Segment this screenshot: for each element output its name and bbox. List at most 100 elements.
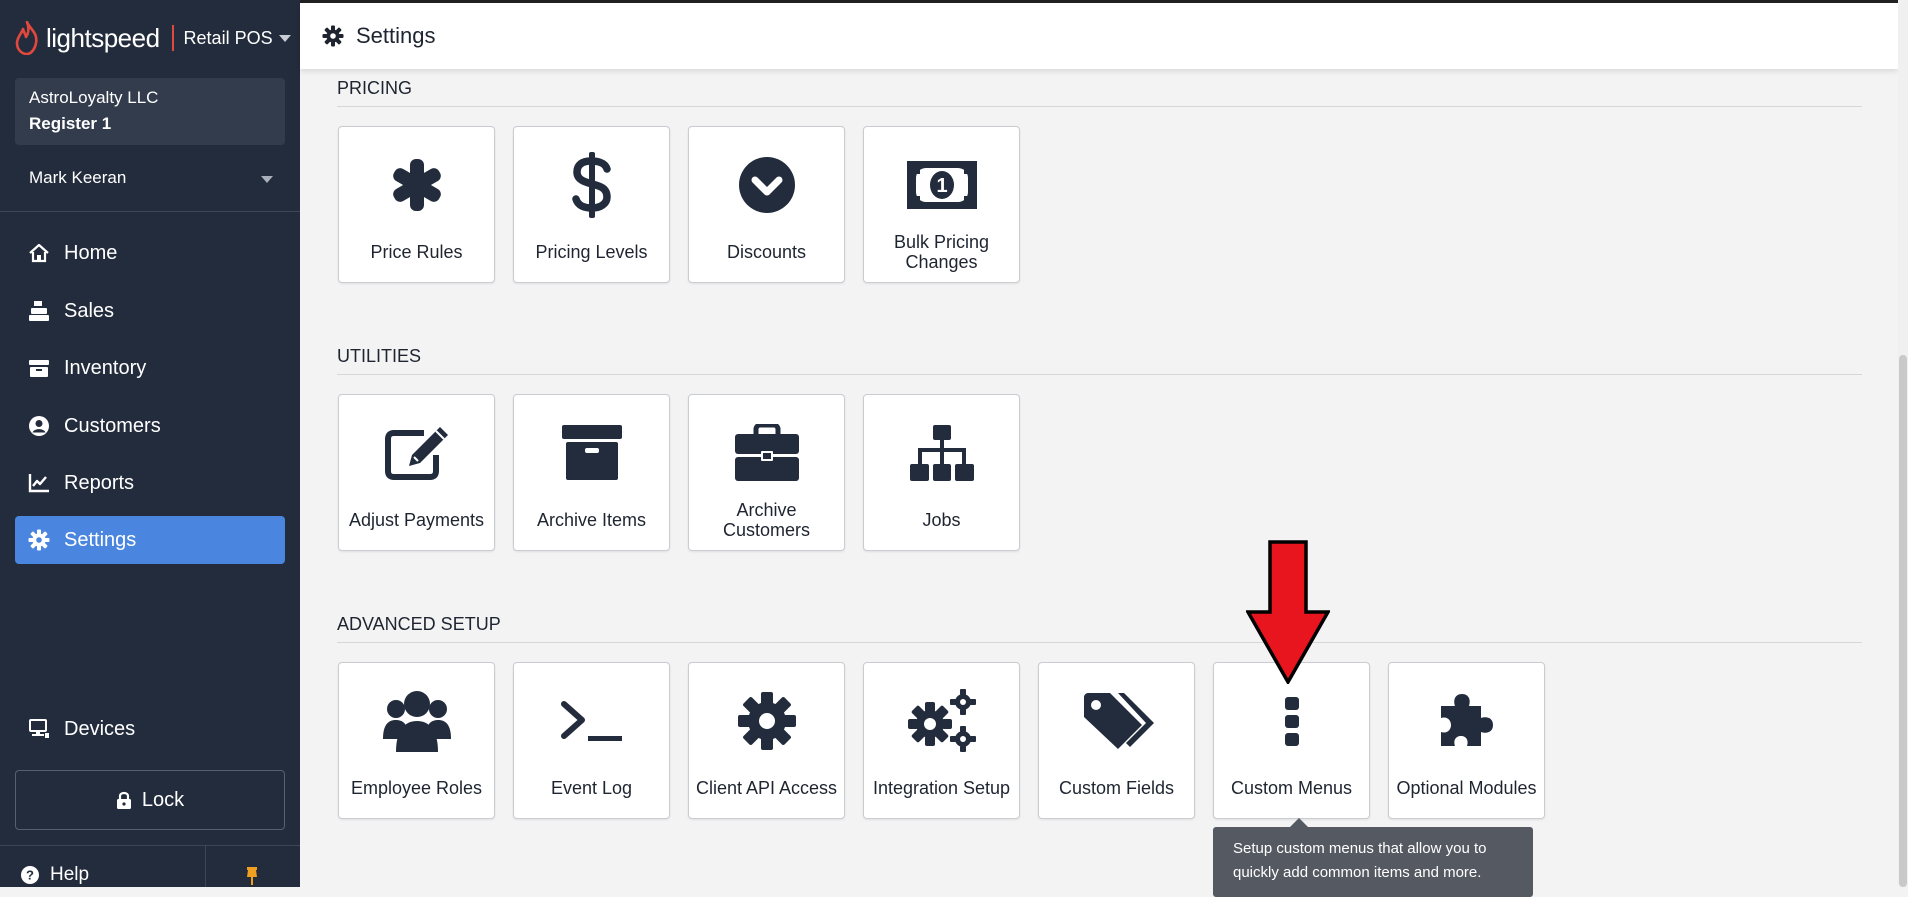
annotation-arrow [1246, 540, 1330, 684]
down-arrow-icon [1246, 540, 1330, 684]
section-title-advanced-setup: ADVANCED SETUP [337, 614, 501, 634]
section-divider [337, 642, 1862, 643]
tile-event-log[interactable]: Event Log [513, 662, 670, 819]
tags-icon [1083, 693, 1154, 749]
chevron-down-icon [278, 34, 291, 42]
banknote-icon: 1 [906, 161, 977, 209]
section-divider [337, 106, 1862, 107]
vertical-dots-icon [1284, 697, 1299, 746]
sidebar: lightspeed Retail POS AstroLoyalty LLC R… [0, 0, 300, 887]
brand-separator [171, 25, 174, 51]
tile-price-rules[interactable]: Price Rules [338, 126, 495, 283]
archive-box-icon [561, 425, 622, 480]
cog-icon [737, 692, 796, 750]
puzzle-icon [1440, 694, 1493, 746]
chart-icon [28, 472, 50, 494]
sidebar-item-label: Sales [64, 299, 115, 322]
tooltip-notch [1289, 818, 1309, 828]
user-menu[interactable]: Mark Keeran [15, 162, 285, 194]
scrollbar-thumb[interactable] [1899, 355, 1907, 887]
register-icon [28, 300, 50, 322]
page-header: Settings [300, 3, 1898, 69]
sidebar-item-home[interactable]: Home [15, 229, 285, 277]
tile-pricing-levels[interactable]: Pricing Levels [513, 126, 670, 283]
cogs-icon [907, 689, 976, 752]
sidebar-item-settings[interactable]: Settings [15, 516, 285, 564]
tile-label: Custom Menus [1230, 778, 1353, 798]
sidebar-item-label: Settings [64, 528, 137, 551]
chevron-circle-icon [738, 157, 795, 213]
tile-bulk-pricing-changes[interactable]: 1 Bulk Pricing Changes [863, 126, 1020, 283]
sidebar-item-label: Reports [64, 471, 135, 494]
lock-label: Lock [141, 788, 185, 811]
page-scrollbar[interactable] [1898, 0, 1908, 887]
tile-discounts[interactable]: Discounts [688, 126, 845, 283]
tile-archive-customers[interactable]: Archive Customers [688, 394, 845, 551]
tile-label: Integration Setup [872, 778, 1011, 798]
svg-text:1: 1 [936, 175, 947, 197]
store-name: AstroLoyalty LLC [29, 88, 159, 107]
users-icon [382, 691, 451, 752]
gear-icon [28, 529, 50, 551]
tile-label: Employee Roles [350, 778, 483, 798]
sidebar-item-inventory[interactable]: Inventory [15, 344, 285, 392]
tile-archive-items[interactable]: Archive Items [513, 394, 670, 551]
tile-label: Price Rules [370, 242, 463, 262]
store-register-selector[interactable]: AstroLoyalty LLC Register 1 [15, 78, 285, 145]
tile-label: Archive Items [536, 510, 647, 530]
sidebar-item-reports[interactable]: Reports [15, 459, 285, 507]
help-link[interactable]: ? Help [20, 862, 89, 888]
section-title-pricing: PRICING [337, 78, 413, 98]
sidebar-divider [0, 845, 300, 846]
tile-optional-modules[interactable]: Optional Modules [1388, 662, 1545, 819]
tile-custom-menus[interactable]: Custom Menus [1213, 662, 1370, 819]
section-divider [337, 374, 1862, 375]
sidebar-item-label: Inventory [64, 356, 147, 379]
sidebar-divider [205, 846, 206, 887]
inventory-icon [28, 357, 50, 379]
sidebar-item-sales[interactable]: Sales [15, 287, 285, 335]
pin-sidebar-button[interactable] [244, 866, 260, 886]
user-name: Mark Keeran [29, 168, 127, 187]
tooltip-text: Setup custom menus that allow you to qui… [1233, 840, 1487, 881]
tile-label: Pricing Levels [535, 242, 648, 262]
tile-client-api-access[interactable]: Client API Access [688, 662, 845, 819]
tile-label: Bulk Pricing Changes [893, 232, 990, 272]
tile-label: Adjust Payments [348, 510, 485, 530]
product-name: Retail POS [183, 27, 273, 48]
home-icon [28, 242, 50, 264]
page-title: Settings [356, 23, 436, 48]
tile-label: Custom Fields [1058, 778, 1175, 798]
tile-label: Jobs [922, 510, 961, 530]
tile-label: Optional Modules [1396, 778, 1537, 798]
sidebar-item-label: Devices [64, 717, 136, 740]
lock-button[interactable]: Lock [15, 770, 285, 830]
terminal-icon [560, 701, 622, 741]
help-label: Help [50, 864, 90, 885]
tile-label: Client API Access [695, 778, 838, 798]
chevron-down-icon [261, 176, 273, 183]
pin-icon [247, 867, 257, 885]
section-title-utilities: UTILITIES [337, 346, 422, 366]
tile-custom-fields[interactable]: Custom Fields [1038, 662, 1195, 819]
tile-label: Archive Customers [722, 500, 811, 540]
sidebar-divider [0, 211, 300, 212]
tile-adjust-payments[interactable]: Adjust Payments [338, 394, 495, 551]
lightspeed-flame-icon [15, 21, 38, 55]
sidebar-item-devices[interactable]: Devices [15, 705, 285, 753]
svg-text:?: ? [26, 868, 34, 883]
gear-icon [322, 25, 344, 47]
monitor-icon [28, 718, 50, 740]
brand-menu[interactable]: lightspeed Retail POS [14, 18, 291, 58]
tile-integration-setup[interactable]: Integration Setup [863, 662, 1020, 819]
dollar-icon [571, 152, 611, 218]
sidebar-item-customers[interactable]: Customers [15, 402, 285, 450]
sidebar-item-label: Home [64, 241, 118, 264]
tile-label: Event Log [550, 778, 633, 798]
tile-label: Discounts [726, 242, 807, 262]
tile-employee-roles[interactable]: Employee Roles [338, 662, 495, 819]
question-circle-icon: ? [21, 866, 39, 884]
customer-icon [28, 415, 50, 437]
edit-icon [384, 427, 448, 480]
tile-jobs[interactable]: Jobs [863, 394, 1020, 551]
